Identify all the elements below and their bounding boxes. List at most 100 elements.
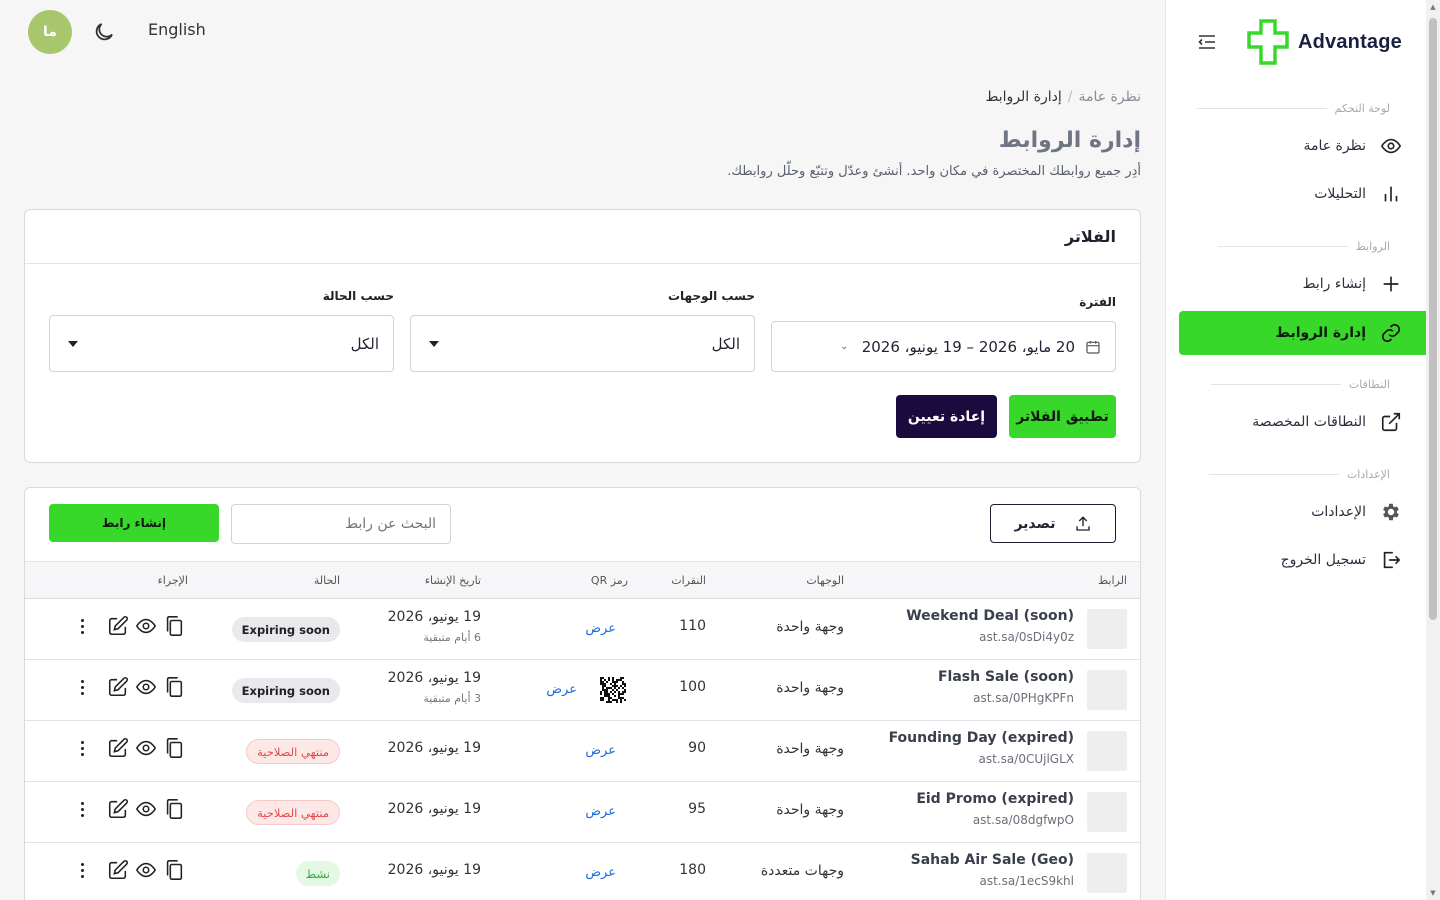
col-destinations[interactable]: الوجهات <box>806 574 844 587</box>
calendar-icon <box>1086 340 1100 354</box>
sidebar-item-settings[interactable]: الإعدادات <box>1179 490 1426 534</box>
table-row: Sahab Air Sale (Geo) ast.sa/1ecS9khl وجه… <box>25 843 1140 900</box>
period-label: الفترة <box>1079 295 1116 309</box>
scroll-up-icon[interactable]: ▲ <box>1429 3 1437 11</box>
sidebar-item-label: الإعدادات <box>1311 504 1366 520</box>
col-clicks[interactable]: النقرات <box>671 574 706 587</box>
col-status[interactable]: الحالة <box>314 574 340 587</box>
link-name[interactable]: Sahab Air Sale (Geo) <box>911 852 1074 868</box>
create-link-button[interactable]: إنشاء رابط <box>49 504 219 542</box>
link-short-url[interactable]: ast.sa/08dgfwpO <box>973 813 1074 827</box>
brand-name: Advantage <box>1297 30 1402 53</box>
eye-icon[interactable] <box>135 859 157 881</box>
reset-filters-button[interactable]: إعادة تعيين <box>896 395 997 438</box>
eye-icon[interactable] <box>135 676 157 698</box>
sidebar-item-logout[interactable]: تسجيل الخروج <box>1179 538 1426 582</box>
row-actions <box>77 737 185 759</box>
more-options-icon[interactable] <box>77 859 87 881</box>
col-link[interactable]: الرابط <box>1098 574 1127 587</box>
row-actions <box>77 676 185 698</box>
copy-icon[interactable] <box>163 798 185 820</box>
link-name[interactable]: Flash Sale (soon) <box>938 669 1074 685</box>
edit-icon[interactable] <box>107 615 129 637</box>
copy-icon[interactable] <box>163 676 185 698</box>
sidebar-item-label: نظرة عامة <box>1303 138 1366 154</box>
link-thumbnail <box>1087 731 1127 771</box>
link-name[interactable]: Weekend Deal (soon) <box>906 608 1074 624</box>
upload-icon <box>1075 515 1090 531</box>
link-short-url[interactable]: ast.sa/1ecS9khl <box>979 874 1074 888</box>
sidebar-item-label: إدارة الروابط <box>1275 325 1367 341</box>
destinations-select[interactable]: الكل <box>410 315 755 372</box>
main-content: نظرة عامة / إدارة الروابط إدارة الروابط أد… <box>24 0 1141 900</box>
sidebar-item-label: التحليلات <box>1314 186 1366 202</box>
link-name[interactable]: Founding Day (expired) <box>889 730 1074 746</box>
collapse-sidebar-icon[interactable] <box>1198 34 1216 50</box>
sidebar-item-manage-links[interactable]: إدارة الروابط <box>1179 311 1426 355</box>
link-short-url[interactable]: ast.sa/0PHgKPFn <box>973 691 1074 705</box>
col-created[interactable]: تاريخ الإنشاء <box>425 574 481 587</box>
logo-icon <box>1247 19 1289 65</box>
qr-view-link[interactable]: عرض <box>585 621 616 636</box>
eye-icon[interactable] <box>135 615 157 637</box>
apply-filters-button[interactable]: تطبيق الفلاتر <box>1009 395 1116 438</box>
edit-icon[interactable] <box>107 676 129 698</box>
breadcrumb-separator: / <box>1067 89 1073 105</box>
link-icon <box>1381 323 1401 343</box>
more-options-icon[interactable] <box>77 737 87 759</box>
edit-icon[interactable] <box>107 737 129 759</box>
destinations-cell: وجهة واحدة <box>776 802 844 818</box>
destinations-label: حسب الوجهات <box>667 289 755 303</box>
clicks-cell: 180 <box>679 862 706 878</box>
breadcrumb-root[interactable]: نظرة عامة <box>1078 89 1141 105</box>
link-name[interactable]: Eid Promo (expired) <box>916 791 1074 807</box>
export-button[interactable]: تصدير <box>990 504 1116 543</box>
external-link-icon <box>1381 412 1401 432</box>
row-actions <box>77 798 185 820</box>
edit-icon[interactable] <box>107 798 129 820</box>
qr-view-link[interactable]: عرض <box>585 865 616 880</box>
copy-icon[interactable] <box>163 737 185 759</box>
qr-view-link[interactable]: عرض <box>585 804 616 819</box>
sidebar-item-overview[interactable]: نظرة عامة <box>1179 124 1426 168</box>
destinations-cell: وجهات متعددة <box>760 863 844 879</box>
sidebar-item-analytics[interactable]: التحليلات <box>1179 172 1426 216</box>
scroll-thumb[interactable] <box>1429 18 1437 620</box>
scrollbar[interactable]: ▲ ▼ <box>1426 0 1440 900</box>
chevron-down-icon: ⌄ <box>840 341 849 352</box>
eye-icon[interactable] <box>135 798 157 820</box>
more-options-icon[interactable] <box>77 798 87 820</box>
link-thumbnail <box>1087 853 1127 893</box>
bar-chart-icon <box>1384 186 1398 202</box>
created-date: 19 يونيو، 2026 <box>387 609 481 625</box>
links-table-card: تصدير إنشاء رابط الرابط الوجهات النقرات … <box>24 487 1141 900</box>
destinations-cell: وجهة واحدة <box>776 619 844 635</box>
scroll-down-icon[interactable]: ▼ <box>1429 889 1437 897</box>
copy-icon[interactable] <box>163 859 185 881</box>
qr-view-link[interactable]: عرض <box>585 743 616 758</box>
more-options-icon[interactable] <box>77 615 87 637</box>
status-badge: منتهي الصلاحية <box>246 739 340 764</box>
created-date: 19 يونيو، 2026 <box>387 740 481 756</box>
period-date-picker[interactable]: ⌄ 20 مايو، 2026 – 19 يونيو، 2026 <box>771 321 1116 372</box>
link-thumbnail <box>1087 609 1127 649</box>
status-select[interactable]: الكل <box>49 315 394 372</box>
eye-icon[interactable] <box>135 737 157 759</box>
sidebar-item-custom-domains[interactable]: النطاقات المخصصة <box>1179 400 1426 444</box>
section-domains: النطاقات <box>1210 378 1390 391</box>
search-input[interactable] <box>231 504 451 544</box>
status-badge: نشط <box>295 861 340 886</box>
breadcrumb: نظرة عامة / إدارة الروابط <box>985 89 1141 105</box>
copy-icon[interactable] <box>163 615 185 637</box>
brand-logo[interactable]: Advantage <box>1244 18 1402 66</box>
link-short-url[interactable]: ast.sa/0CUjlGLX <box>979 752 1074 766</box>
row-actions <box>77 615 185 637</box>
sidebar-item-create-link[interactable]: إنشاء رابط <box>1179 262 1426 306</box>
edit-icon[interactable] <box>107 859 129 881</box>
qr-code-icon[interactable] <box>600 677 626 703</box>
link-short-url[interactable]: ast.sa/0sDi4y0z <box>979 630 1074 644</box>
qr-view-link[interactable]: عرض <box>546 682 577 697</box>
logout-icon <box>1383 551 1401 569</box>
days-remaining: 3 أيام متبقية <box>423 692 481 705</box>
more-options-icon[interactable] <box>77 676 87 698</box>
